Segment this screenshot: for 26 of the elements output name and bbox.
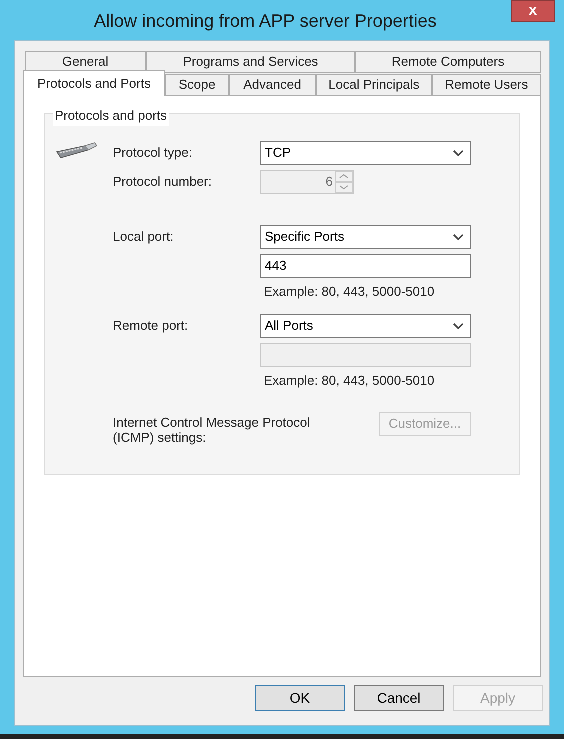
example-hint: Example: 80, 443, 5000-5010 — [264, 283, 435, 302]
tab[interactable]: Scope — [165, 74, 230, 96]
close-button[interactable]: x — [511, 0, 555, 22]
field-label: Protocol type: — [113, 144, 194, 162]
dropdown[interactable]: TCP — [260, 141, 471, 165]
window-title: Allow incoming from APP server Properties — [93, 10, 438, 33]
tab[interactable]: Local Principals — [316, 74, 432, 96]
dialog-button[interactable]: Cancel — [354, 685, 444, 711]
example-hint: Example: 80, 443, 5000-5010 — [264, 372, 435, 390]
chevron-down-icon — [453, 150, 464, 156]
field-label: Internet Control Message Protocol (ICMP) settings: — [113, 414, 312, 445]
spin-arrows-icon — [335, 171, 353, 193]
tab[interactable]: Programs and Services — [146, 51, 356, 73]
field-label: Local port: — [113, 228, 175, 246]
tab[interactable]: Advanced — [229, 74, 316, 96]
chevron-down-icon — [453, 234, 464, 240]
tab[interactable]: Protocols and Ports — [23, 70, 166, 96]
tab[interactable]: Remote Users — [432, 74, 541, 96]
field-label: Remote port: — [113, 317, 190, 336]
text-field[interactable]: 443 — [260, 254, 471, 278]
field-label: Protocol number: — [113, 173, 213, 192]
tab[interactable]: Remote Computers — [355, 51, 541, 73]
dropdown[interactable]: Specific Ports — [260, 225, 471, 249]
dialog-button[interactable]: OK — [255, 685, 345, 711]
dropdown[interactable]: All Ports — [260, 314, 471, 338]
chevron-down-icon — [453, 322, 464, 330]
